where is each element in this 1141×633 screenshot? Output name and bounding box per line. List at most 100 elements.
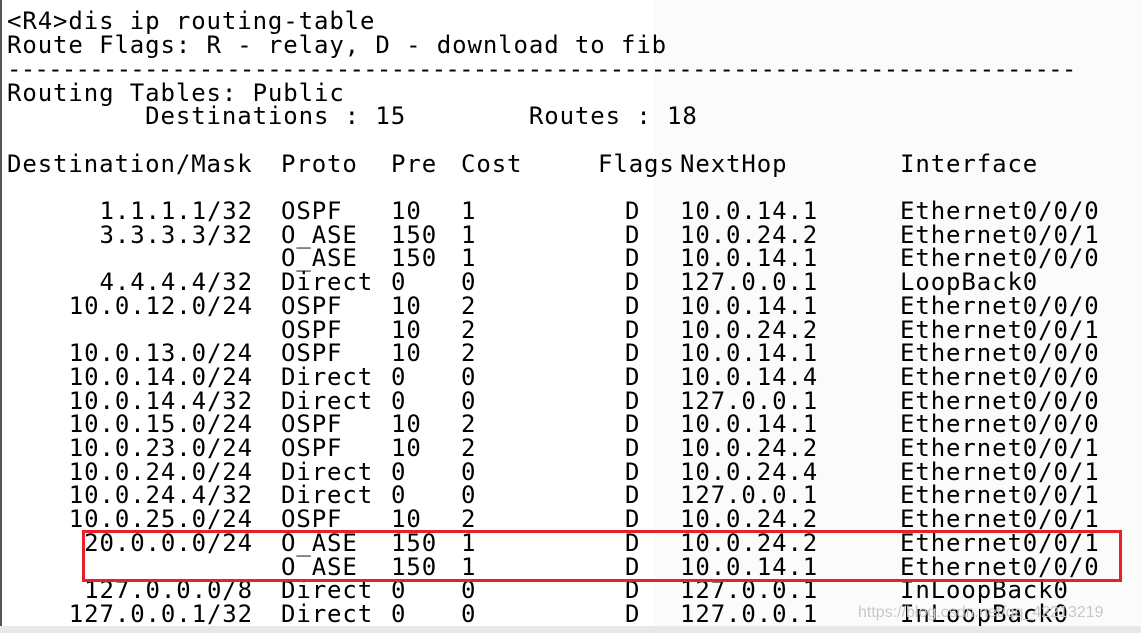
cell-proto: OSPF — [281, 315, 343, 344]
cell-interface: Ethernet0/0/1 — [900, 434, 1100, 462]
cell-cost: 0 — [461, 481, 477, 510]
col-proto: Proto — [281, 150, 358, 178]
col-nexthop: NextHop — [680, 150, 788, 178]
cell-pre: 0 — [391, 457, 407, 486]
cell-cost: 2 — [461, 505, 477, 534]
cell-destination: 10.0.12.0/24 — [68, 291, 253, 320]
cell-nexthop: 10.0.14.1 — [680, 410, 819, 439]
cell-pre: 0 — [391, 386, 407, 415]
cell-flags: D — [625, 505, 641, 534]
cell-nexthop: 10.0.24.2 — [680, 505, 819, 534]
watermark: https://blog.csdn.net/qq_42213219 — [858, 604, 1104, 621]
cell-destination: 10.0.24.0/24 — [68, 457, 253, 486]
cell-pre: 10 — [391, 434, 422, 462]
cell-nexthop: 127.0.0.1 — [680, 386, 819, 415]
cell-cost: 0 — [461, 386, 477, 415]
cell-flags: D — [625, 386, 641, 415]
separator: ----------------------------------------… — [7, 55, 1076, 83]
cell-cost: 2 — [461, 434, 477, 462]
table-row: 10.0.14.4/32 Direct 0 0 D 127.0.0.1 Ethernet0/… — [0, 389, 1141, 413]
cell-interface: Ethernet0/0/0 — [900, 339, 1100, 368]
flags-legend: Route Flags: R - relay, D - download to … — [7, 31, 668, 59]
cell-interface: Ethernet0/0/1 — [900, 220, 1100, 249]
command-line: <R4>dis ip routing-table — [7, 7, 376, 35]
cell-nexthop: 10.0.14.1 — [680, 197, 819, 225]
col-cost: Cost — [461, 150, 523, 178]
table-row: 1.1.1.1/32 OSPF 10 1 D 10.0.14.1 Ethernet0/0/0 — [0, 199, 1141, 223]
cell-flags: D — [625, 339, 641, 368]
cell-interface: Ethernet0/0/0 — [900, 291, 1100, 320]
cell-pre: 10 — [391, 410, 422, 439]
cell-proto: Direct — [281, 362, 374, 391]
cell-interface: Ethernet0/0/1 — [900, 481, 1100, 510]
cell-interface: Ethernet0/0/1 — [900, 457, 1100, 486]
cell-interface: Ethernet0/0/0 — [900, 410, 1100, 439]
cell-nexthop: 127.0.0.1 — [680, 599, 819, 628]
cell-cost: 0 — [461, 457, 477, 486]
cell-proto: O_ASE — [281, 244, 358, 273]
cell-nexthop: 10.0.14.1 — [680, 244, 819, 273]
cell-proto: Direct — [281, 481, 374, 510]
cell-flags: D — [625, 220, 641, 249]
table-row: 10.0.24.0/24 Direct 0 0 D 10.0.24.4 Ethernet0/… — [0, 460, 1141, 484]
cell-flags: D — [625, 457, 641, 486]
cell-flags: D — [625, 410, 641, 439]
cell-destination: 10.0.13.0/24 — [68, 339, 253, 368]
cell-destination: 10.0.15.0/24 — [68, 410, 253, 439]
cell-interface: Ethernet0/0/0 — [900, 197, 1100, 225]
cell-proto: Direct — [281, 457, 374, 486]
cell-pre: 0 — [391, 599, 407, 628]
cell-cost: 0 — [461, 268, 477, 297]
cell-pre: 10 — [391, 315, 422, 344]
cell-pre: 0 — [391, 481, 407, 510]
cell-pre: 10 — [391, 291, 422, 320]
cell-interface: Ethernet0/0/0 — [900, 386, 1100, 415]
highlight-box — [82, 530, 1122, 582]
cell-destination: 10.0.25.0/24 — [68, 505, 253, 534]
destinations-summary: Destinations : 15 Routes : 18 — [7, 102, 698, 130]
cell-destination: 10.0.14.4/32 — [68, 386, 253, 415]
cell-nexthop: 10.0.24.2 — [680, 315, 819, 344]
cell-pre: 10 — [391, 197, 422, 225]
cell-cost: 1 — [461, 197, 477, 225]
cell-nexthop: 10.0.14.4 — [680, 362, 819, 391]
cell-flags: D — [625, 244, 641, 273]
cell-nexthop: 10.0.14.1 — [680, 291, 819, 320]
cell-interface: Ethernet0/0/1 — [900, 505, 1100, 534]
cell-cost: 1 — [461, 220, 477, 249]
cell-cost: 2 — [461, 339, 477, 368]
cell-proto: OSPF — [281, 434, 343, 462]
cell-nexthop: 10.0.24.2 — [680, 434, 819, 462]
table-row: 10.0.14.0/24 Direct 0 0 D 10.0.14.4 Ethernet0/… — [0, 365, 1141, 389]
cell-nexthop: 127.0.0.1 — [680, 481, 819, 510]
cell-proto: OSPF — [281, 339, 343, 368]
cell-cost: 1 — [461, 244, 477, 273]
cell-flags: D — [625, 291, 641, 320]
cell-flags: D — [625, 197, 641, 225]
cell-flags: D — [625, 315, 641, 344]
table-row: 10.0.12.0/24 OSPF 10 2 D 10.0.14.1 Ethernet0/0… — [0, 294, 1141, 318]
cell-interface: Ethernet0/0/0 — [900, 362, 1100, 391]
cell-flags: D — [625, 362, 641, 391]
cell-proto: Direct — [281, 268, 374, 297]
cell-nexthop: 10.0.14.1 — [680, 339, 819, 368]
col-flags: Flags — [598, 150, 675, 178]
status-bar — [0, 626, 1141, 633]
cell-destination: 10.0.24.4/32 — [68, 481, 253, 510]
cell-interface: LoopBack0 — [900, 268, 1039, 297]
cell-proto: O_ASE — [281, 220, 358, 249]
table-row: 3.3.3.3/32 O_ASE 150 1 D 10.0.24.2 Ethernet0/0… — [0, 223, 1141, 247]
cell-interface: Ethernet0/0/0 — [900, 244, 1100, 273]
cell-cost: 0 — [461, 362, 477, 391]
cell-pre: 10 — [391, 505, 422, 534]
cell-interface: Ethernet0/0/1 — [900, 315, 1100, 344]
cell-pre: 0 — [391, 362, 407, 391]
col-interface: Interface — [900, 150, 1039, 178]
table-header: Destination/Mask Proto Pre Cost Flags Ne… — [0, 152, 1141, 176]
cell-cost: 2 — [461, 410, 477, 439]
table-row: O_ASE 150 1 D 10.0.14.1 Ethernet0/0/0 — [0, 246, 1141, 270]
table-row: 10.0.25.0/24 OSPF 10 2 D 10.0.24.2 Ethernet0/0… — [0, 507, 1141, 531]
col-destination: Destination/Mask — [7, 150, 253, 178]
cell-nexthop: 127.0.0.1 — [680, 268, 819, 297]
table-row: 10.0.24.4/32 Direct 0 0 D 127.0.0.1 Ethernet0/… — [0, 483, 1141, 507]
